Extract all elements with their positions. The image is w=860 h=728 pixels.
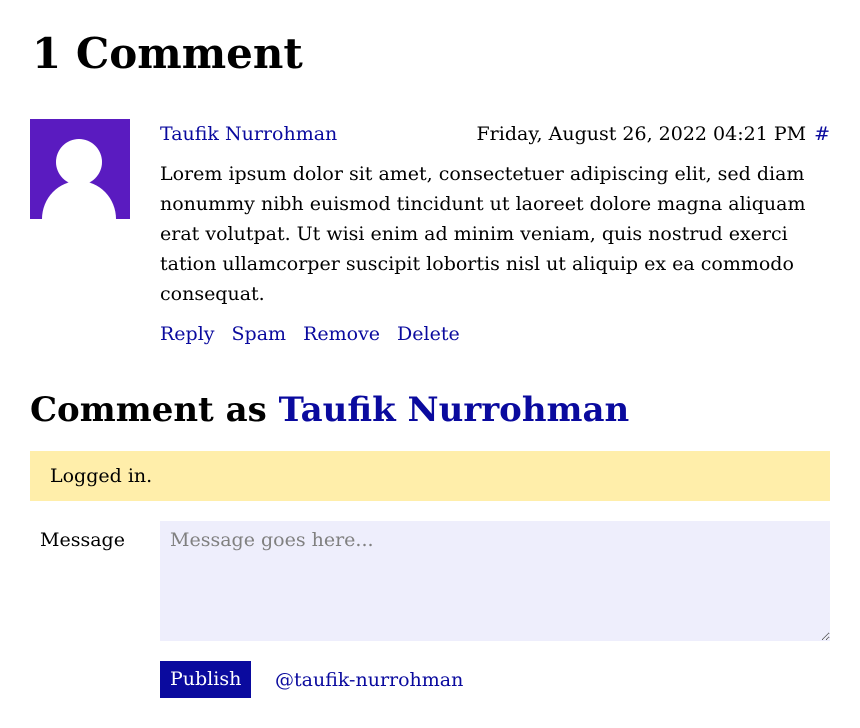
delete-link[interactable]: Delete xyxy=(397,323,460,345)
publish-button[interactable]: Publish xyxy=(160,661,252,698)
message-input[interactable] xyxy=(160,521,830,641)
comment-meta-right: Friday, August 26, 2022 04:21 PM # xyxy=(476,119,830,149)
logged-in-notice: Logged in. xyxy=(30,451,830,501)
avatar xyxy=(30,119,130,219)
user-silhouette-icon xyxy=(42,139,116,219)
comment-author-link[interactable]: Taufik Nurrohman xyxy=(160,119,337,149)
reply-link[interactable]: Reply xyxy=(160,323,215,345)
current-user-link[interactable]: Taufik Nurrohman xyxy=(279,390,630,430)
comment-body: Taufik Nurrohman Friday, August 26, 2022… xyxy=(160,119,830,349)
remove-link[interactable]: Remove xyxy=(303,323,380,345)
comment-actions: Reply Spam Remove Delete xyxy=(160,319,830,349)
comment-as-prefix: Comment as xyxy=(30,390,267,430)
message-label: Message xyxy=(40,529,125,551)
spam-link[interactable]: Spam xyxy=(232,323,287,345)
comment-text: Lorem ipsum dolor sit amet, consectetuer… xyxy=(160,163,806,305)
user-handle-link[interactable]: @taufik-nurrohman xyxy=(275,665,463,695)
comment-meta: Taufik Nurrohman Friday, August 26, 2022… xyxy=(160,119,830,149)
comments-count-heading: 1 Comment xyxy=(32,29,303,78)
comment-permalink[interactable]: # xyxy=(814,123,830,145)
comment-date: Friday, August 26, 2022 04:21 PM xyxy=(476,123,807,145)
comment-form-heading: Comment as Taufik Nurrohman xyxy=(30,386,629,434)
